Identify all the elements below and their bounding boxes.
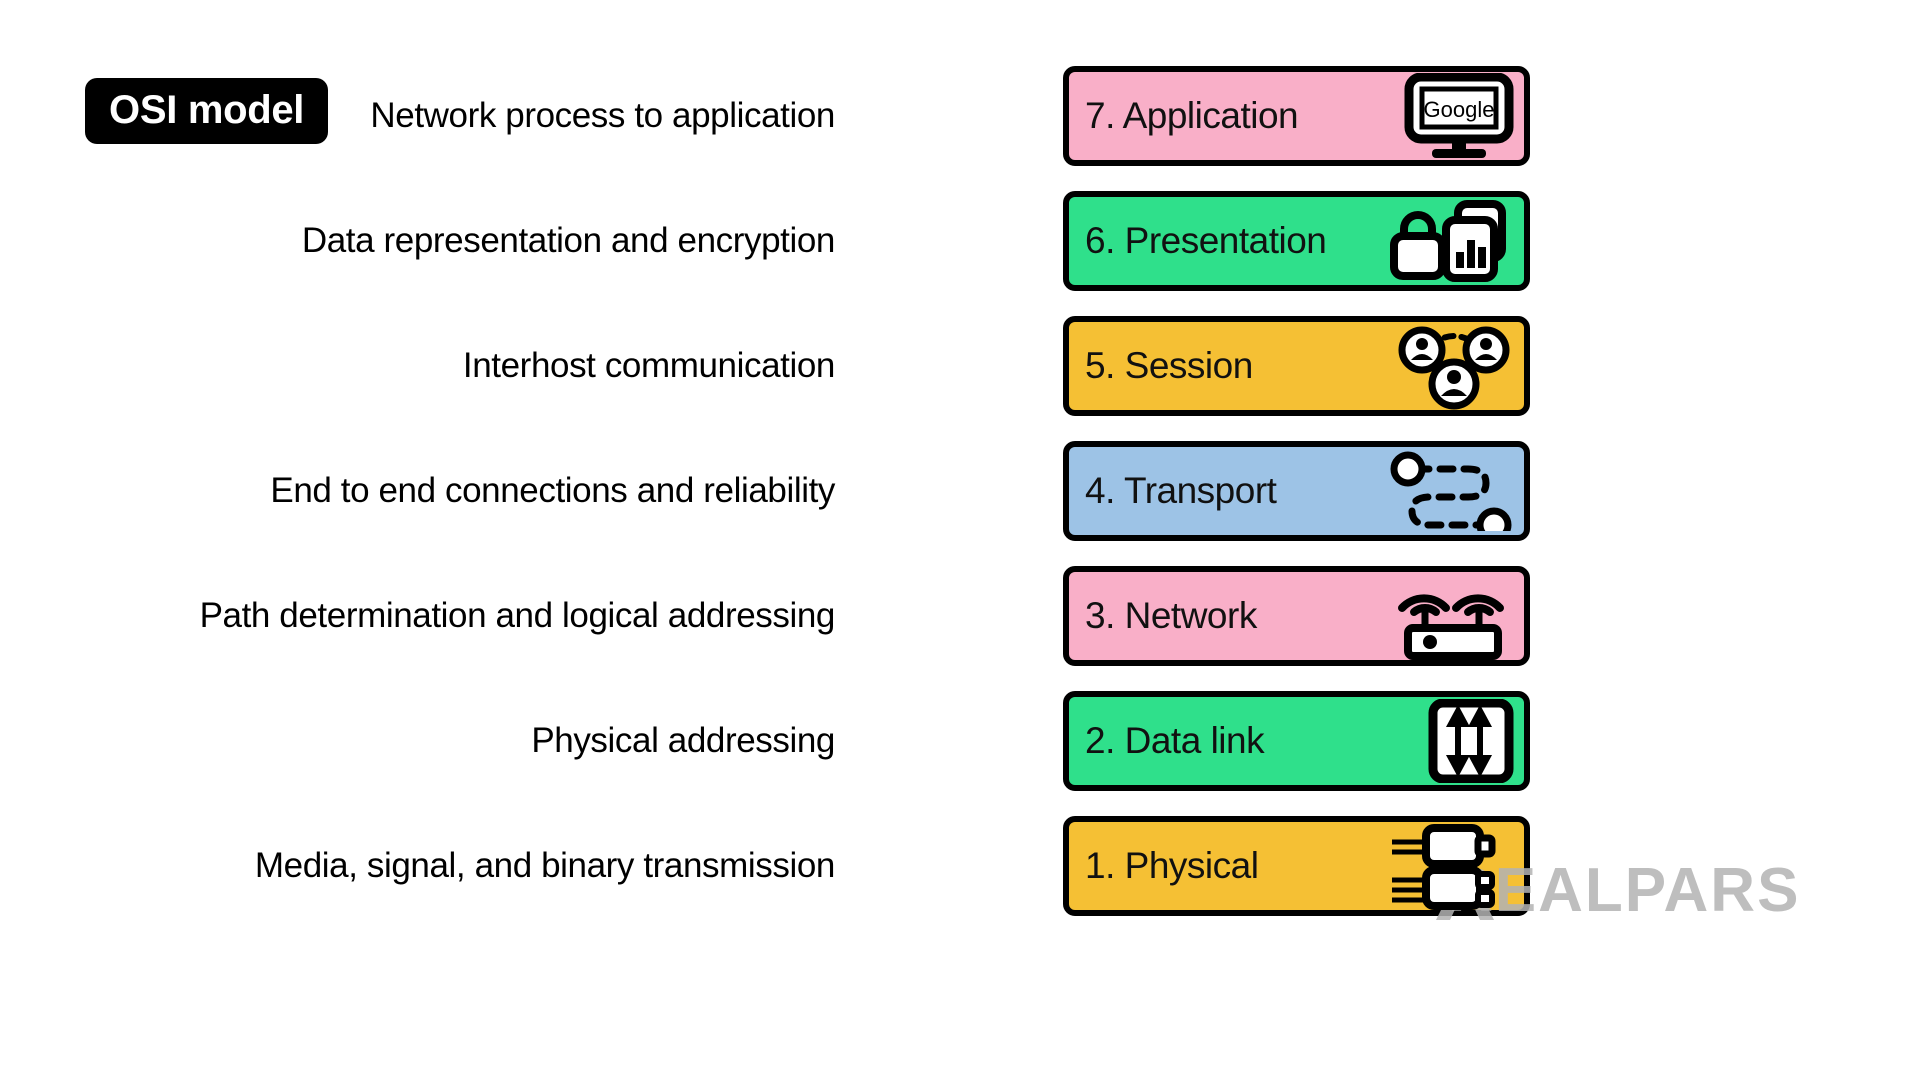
lock-and-documents-icon [1386, 197, 1514, 285]
osi-layer-row-transport: End to end connections and reliability 4… [0, 441, 1920, 541]
osi-layer-bar-network[interactable]: 3. Network [1063, 566, 1530, 666]
svg-text:Google: Google [1424, 97, 1495, 122]
osi-layer-row-network: Path determination and logical addressin… [0, 566, 1920, 666]
layer-name-data-link: 2. Data link [1085, 720, 1265, 761]
lock-icon [1390, 211, 1446, 280]
osi-layer-row-data-link: Physical addressing 2. Data link [0, 691, 1920, 791]
documents-chart-icon [1442, 200, 1506, 282]
layer-description-physical: Media, signal, and binary transmission [254, 846, 835, 885]
layer-name-presentation: 6. Presentation [1085, 220, 1327, 261]
osi-layer-bar-physical[interactable]: 1. Physical [1063, 816, 1530, 916]
network-switch-arrows-icon [1428, 697, 1514, 785]
osi-layer-bar-data-link[interactable]: 2. Data link [1063, 691, 1530, 791]
osi-layer-bar-presentation[interactable]: 6. Presentation [1063, 191, 1530, 291]
layer-name-network: 3. Network [1085, 595, 1257, 636]
osi-layer-bar-application[interactable]: 7. Application Google [1063, 66, 1530, 166]
layer-description-transport: End to end connections and reliability [270, 471, 835, 510]
layer-name-session: 5. Session [1085, 345, 1253, 386]
layer-name-application: 7. Application [1085, 95, 1299, 136]
wireless-router-icon [1394, 572, 1514, 660]
osi-layer-row-session: Interhost communication 5. Session [0, 316, 1920, 416]
osi-layer-row-application: Network process to application 7. Applic… [0, 66, 1920, 166]
layer-description-data-link: Physical addressing [531, 721, 835, 760]
monitor-google-icon: Google [1404, 72, 1514, 160]
cable-connectors-icon [1390, 822, 1514, 910]
three-users-connected-icon [1394, 322, 1514, 410]
layer-name-physical: 1. Physical [1085, 845, 1259, 886]
layer-description-network: Path determination and logical addressin… [199, 596, 836, 635]
layer-description-session: Interhost communication [462, 346, 835, 385]
osi-layer-row-presentation: Data representation and encryption 6. Pr… [0, 191, 1920, 291]
layer-description-presentation: Data representation and encryption [301, 221, 836, 260]
osi-model-stack: Network process to application 7. Applic… [0, 66, 1920, 941]
layer-name-transport: 4. Transport [1085, 470, 1277, 511]
layer-description-application: Network process to application [370, 96, 835, 135]
osi-layer-bar-transport[interactable]: 4. Transport [1063, 441, 1530, 541]
dashed-route-endpoints-icon [1390, 447, 1514, 535]
osi-layer-bar-session[interactable]: 5. Session [1063, 316, 1530, 416]
